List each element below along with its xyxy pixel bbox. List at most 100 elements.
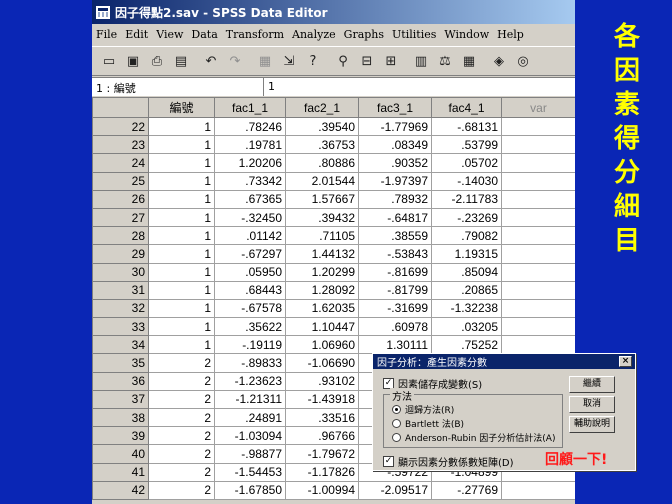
undo-icon[interactable]: ↶ (200, 50, 222, 72)
data-cell[interactable]: 1 (148, 317, 215, 337)
close-icon[interactable]: × (619, 356, 632, 367)
data-cell[interactable]: -.67297 (214, 244, 286, 264)
row-number-header[interactable]: 31 (92, 280, 149, 300)
data-cell[interactable]: 1.62035 (285, 298, 359, 319)
data-cell[interactable]: .01142 (214, 226, 286, 246)
data-cell[interactable]: -1.67850 (214, 480, 286, 500)
row-number-header[interactable]: 29 (92, 244, 149, 264)
data-cell[interactable]: 1.20206 (214, 153, 286, 173)
row-number-header[interactable]: 37 (92, 389, 149, 410)
insert-case-icon[interactable]: ⊟ (356, 50, 378, 72)
method-bartlett-radio[interactable]: Bartlett 法(B) (392, 417, 464, 430)
data-cell[interactable]: 1.28092 (285, 280, 359, 300)
row-number-header[interactable]: 34 (92, 335, 149, 355)
data-cell[interactable]: .85094 (431, 262, 502, 282)
data-cell[interactable]: .67365 (214, 189, 286, 209)
menu-graphs[interactable]: Graphs (344, 28, 384, 41)
data-cell[interactable]: .60978 (358, 317, 432, 337)
data-cell[interactable]: 1 (148, 116, 215, 137)
menu-transform[interactable]: Transform (226, 28, 284, 41)
row-number-header[interactable]: 24 (92, 153, 149, 173)
data-cell[interactable]: -1.21311 (214, 389, 286, 410)
data-cell[interactable]: .93102 (285, 371, 359, 391)
data-cell[interactable]: 1 (148, 335, 215, 355)
data-cell[interactable]: .78932 (358, 189, 432, 209)
data-cell[interactable]: -2.09517 (358, 480, 432, 500)
data-cell[interactable]: 2 (148, 444, 215, 464)
data-cell[interactable]: -1.43918 (285, 389, 359, 410)
data-cell[interactable]: -1.32238 (431, 298, 502, 319)
data-cell[interactable]: .03205 (431, 317, 502, 337)
empty-var-cell[interactable] (501, 480, 575, 500)
data-cell[interactable]: .36753 (285, 135, 359, 155)
row-number-header[interactable]: 33 (92, 317, 149, 337)
row-number-header[interactable]: 30 (92, 262, 149, 282)
row-number-header[interactable]: 22 (92, 116, 149, 137)
data-cell[interactable]: .08349 (358, 135, 432, 155)
insert-variable-icon[interactable]: ⊞ (380, 50, 402, 72)
data-cell[interactable]: 1.06960 (285, 335, 359, 355)
data-cell[interactable]: -1.06690 (285, 353, 359, 373)
data-cell[interactable]: .35622 (214, 317, 286, 337)
data-cell[interactable]: .78246 (214, 116, 286, 137)
empty-var-cell[interactable] (501, 135, 575, 155)
method-anderson-rubin-radio[interactable]: Anderson-Rubin 因子分析估計法(A) (392, 431, 555, 444)
data-cell[interactable]: 2 (148, 371, 215, 391)
data-cell[interactable]: -1.17826 (285, 462, 359, 482)
column-header[interactable]: fac4_1 (431, 97, 502, 118)
data-cell[interactable]: .75252 (431, 335, 502, 355)
data-cell[interactable]: -.64817 (358, 207, 432, 228)
data-cell[interactable]: -.14030 (431, 171, 502, 191)
menu-utilities[interactable]: Utilities (392, 28, 436, 41)
cell-value-input[interactable]: 1 (264, 78, 279, 96)
data-cell[interactable]: 2.01544 (285, 171, 359, 191)
data-cell[interactable]: .38559 (358, 226, 432, 246)
data-cell[interactable]: 2 (148, 462, 215, 482)
data-cell[interactable]: -.98877 (214, 444, 286, 464)
help-button[interactable]: 輔助說明 (569, 416, 615, 433)
data-cell[interactable]: 1 (148, 153, 215, 173)
data-cell[interactable]: .24891 (214, 407, 286, 428)
empty-var-cell[interactable] (501, 116, 575, 137)
variables-info-icon[interactable]: ? (302, 50, 324, 72)
cancel-button[interactable]: 取消 (569, 396, 615, 413)
menu-data[interactable]: Data (191, 28, 217, 41)
data-cell[interactable]: .33516 (285, 407, 359, 428)
data-cell[interactable]: 1.20299 (285, 262, 359, 282)
data-cell[interactable]: 1 (148, 262, 215, 282)
corner-cell[interactable] (92, 97, 149, 118)
menu-window[interactable]: Window (444, 28, 489, 41)
use-sets-icon[interactable]: ◎ (512, 50, 534, 72)
split-file-icon[interactable]: ▥ (410, 50, 432, 72)
data-cell[interactable]: -.32450 (214, 207, 286, 228)
empty-var-cell[interactable] (501, 298, 575, 319)
data-cell[interactable]: 1 (148, 171, 215, 191)
print-icon[interactable]: ⎙ (146, 50, 168, 72)
data-cell[interactable]: -.19119 (214, 335, 286, 355)
data-cell[interactable]: .68443 (214, 280, 286, 300)
data-cell[interactable]: -.81699 (358, 262, 432, 282)
data-cell[interactable]: .71105 (285, 226, 359, 246)
row-number-header[interactable]: 38 (92, 407, 149, 428)
row-number-header[interactable]: 23 (92, 135, 149, 155)
column-header[interactable]: fac1_1 (214, 97, 286, 118)
data-cell[interactable]: 1.19315 (431, 244, 502, 264)
data-cell[interactable]: .20865 (431, 280, 502, 300)
menu-analyze[interactable]: Analyze (292, 28, 336, 41)
row-number-header[interactable]: 42 (92, 480, 149, 500)
column-header[interactable]: fac2_1 (285, 97, 359, 118)
data-cell[interactable]: -.68131 (431, 116, 502, 137)
data-cell[interactable]: .05702 (431, 153, 502, 173)
data-cell[interactable]: -.81799 (358, 280, 432, 300)
row-number-header[interactable]: 36 (92, 371, 149, 391)
menu-view[interactable]: View (156, 28, 183, 41)
data-cell[interactable]: -.31699 (358, 298, 432, 319)
data-cell[interactable]: -1.00994 (285, 480, 359, 500)
method-regression-radio[interactable]: 迴歸方法(R) (392, 403, 454, 416)
data-cell[interactable]: -.23269 (431, 207, 502, 228)
goto-case-icon[interactable]: ⇲ (278, 50, 300, 72)
redo-icon[interactable]: ↷ (224, 50, 246, 72)
open-folder-icon[interactable]: ▭ (98, 50, 120, 72)
data-cell[interactable]: .79082 (431, 226, 502, 246)
goto-chart-icon[interactable]: ▦ (254, 50, 276, 72)
